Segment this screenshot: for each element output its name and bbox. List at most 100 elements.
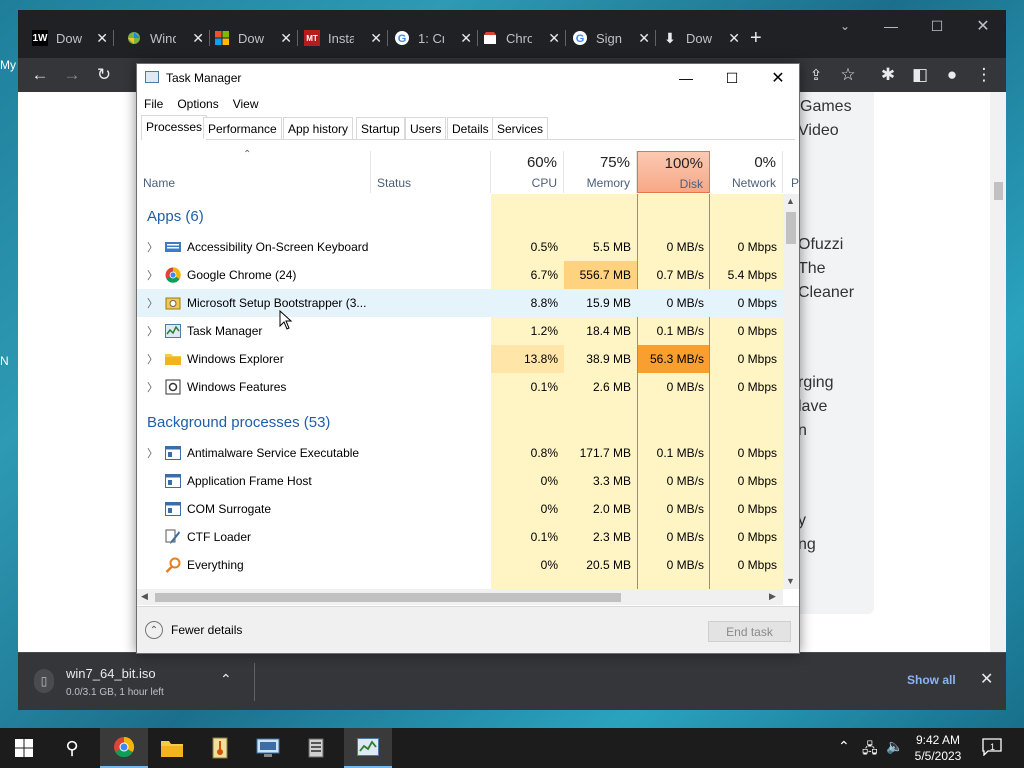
server-manager-icon[interactable]: [292, 728, 340, 768]
scroll-left-icon[interactable]: ◀: [141, 591, 148, 602]
process-row[interactable]: 〉 Google Chrome (24) 6.7% 556.7 MB 0.7 M…: [137, 261, 785, 289]
notification-center-icon[interactable]: 1: [982, 738, 1004, 758]
scroll-down-icon[interactable]: ▼: [786, 576, 795, 586]
process-row[interactable]: 〉 Windows Features 0.1% 2.6 MB 0 MB/s 0 …: [137, 373, 785, 401]
tab-details[interactable]: Details: [447, 117, 494, 139]
maximize-icon[interactable]: ☐: [709, 64, 755, 92]
scroll-right-icon[interactable]: ▶: [769, 591, 776, 602]
minimize-icon[interactable]: —: [868, 10, 914, 42]
chevron-right-icon[interactable]: 〉: [147, 323, 158, 339]
tab-close-icon[interactable]: ✕: [638, 30, 650, 47]
menu-kebab-icon[interactable]: ⋮: [970, 62, 998, 88]
tab-close-icon[interactable]: ✕: [548, 30, 560, 47]
clock[interactable]: 9:42 AM 5/5/2023: [908, 732, 968, 764]
share-icon[interactable]: ⇪: [802, 62, 830, 88]
remote-desktop-icon[interactable]: [244, 728, 292, 768]
chevron-right-icon[interactable]: 〉: [147, 239, 158, 255]
tab-performance[interactable]: Performance: [203, 117, 282, 139]
file-explorer-icon[interactable]: [148, 728, 196, 768]
show-all-button[interactable]: Show all: [907, 673, 956, 687]
browser-tab[interactable]: G 1: Cr ✕: [394, 24, 478, 52]
browser-tab[interactable]: Wind ✕: [126, 24, 210, 52]
horizontal-scrollbar[interactable]: ◀ ▶: [137, 589, 783, 605]
chevron-right-icon[interactable]: 〉: [147, 445, 158, 461]
back-icon[interactable]: ←: [26, 62, 54, 88]
chevron-up-icon[interactable]: ⌃: [220, 671, 232, 688]
tab-users[interactable]: Users: [405, 117, 447, 139]
bookmark-star-icon[interactable]: ☆: [834, 62, 862, 88]
scroll-up-icon[interactable]: ▲: [786, 196, 795, 206]
menu-view[interactable]: View: [226, 94, 266, 114]
group-header-background[interactable]: Background processes (53): [147, 414, 330, 431]
browser-tab[interactable]: 1W Dow ✕: [32, 24, 114, 52]
forward-icon[interactable]: →: [58, 62, 86, 88]
process-row[interactable]: CTF Loader 0.1% 2.3 MB 0 MB/s 0 Mbps: [137, 523, 785, 551]
extensions-icon[interactable]: ✱: [874, 62, 902, 88]
close-icon[interactable]: ✕: [755, 64, 801, 92]
tab-startup[interactable]: Startup: [356, 117, 405, 139]
fewer-details-button[interactable]: ⌃ Fewer details: [145, 621, 242, 639]
maximize-icon[interactable]: ☐: [914, 10, 960, 42]
tab-close-icon[interactable]: ✕: [728, 30, 740, 47]
menu-options[interactable]: Options: [170, 94, 225, 114]
profile-icon[interactable]: ●: [938, 62, 966, 88]
tab-close-icon[interactable]: ✕: [370, 30, 382, 47]
tab-close-icon[interactable]: ✕: [192, 30, 204, 47]
start-button[interactable]: [0, 728, 48, 768]
tab-processes[interactable]: Processes: [141, 115, 208, 140]
status-column-header[interactable]: Status: [371, 151, 491, 193]
chevron-right-icon[interactable]: 〉: [147, 295, 158, 311]
menu-file[interactable]: File: [137, 94, 170, 114]
chevron-up-tray-icon[interactable]: ⌃: [838, 738, 850, 755]
search-icon[interactable]: ⚲: [48, 728, 96, 768]
cpu-column-header[interactable]: 60% CPU: [491, 151, 564, 193]
task-manager-titlebar[interactable]: Task Manager — ☐ ✕: [137, 64, 799, 92]
memory-column-header[interactable]: 75% Memory: [564, 151, 637, 193]
page-scrollbar[interactable]: [990, 92, 1006, 652]
minimize-icon[interactable]: —: [663, 64, 709, 92]
tab-app-history[interactable]: App history: [283, 117, 354, 139]
process-row[interactable]: Everything 0% 20.5 MB 0 MB/s 0 Mbps: [137, 551, 785, 579]
scroll-thumb[interactable]: [786, 212, 796, 244]
process-row[interactable]: Application Frame Host 0% 3.3 MB 0 MB/s …: [137, 467, 785, 495]
end-task-button[interactable]: End task: [708, 621, 791, 642]
browser-tab[interactable]: Dow ✕: [214, 24, 298, 52]
browser-tab[interactable]: MT Insta ✕: [304, 24, 388, 52]
side-panel-icon[interactable]: ◧: [906, 62, 934, 88]
close-window-icon[interactable]: ✕: [960, 10, 1006, 42]
page-scroll-thumb[interactable]: [994, 182, 1003, 200]
browser-tab[interactable]: Chro ✕: [482, 24, 566, 52]
network-column-header[interactable]: 0% Network: [710, 151, 783, 193]
power-column-header[interactable]: P: [783, 151, 799, 193]
chevron-right-icon[interactable]: 〉: [147, 379, 158, 395]
volume-icon[interactable]: 🔈: [886, 738, 903, 755]
process-row[interactable]: 〉 Windows Explorer 13.8% 38.9 MB 56.3 MB…: [137, 345, 785, 373]
download-filename[interactable]: win7_64_bit.iso: [66, 666, 156, 681]
tab-services[interactable]: Services: [492, 117, 549, 139]
tab-close-icon[interactable]: ✕: [96, 30, 108, 47]
horizontal-scroll-thumb[interactable]: [155, 593, 621, 602]
new-tab-button[interactable]: +: [750, 24, 774, 52]
close-downloads-icon[interactable]: ✕: [980, 669, 993, 689]
chevron-right-icon[interactable]: 〉: [147, 267, 158, 283]
taskbar-chrome-icon[interactable]: [100, 728, 148, 768]
tab-search-icon[interactable]: ⌄: [822, 10, 868, 42]
media-icon[interactable]: [196, 728, 244, 768]
reload-icon[interactable]: ↻: [90, 62, 118, 88]
group-header-apps[interactable]: Apps (6): [147, 208, 204, 225]
process-row[interactable]: 〉 Task Manager 1.2% 18.4 MB 0.1 MB/s 0 M…: [137, 317, 785, 345]
disk-column-header[interactable]: 100% Disk: [637, 151, 710, 193]
taskbar-task-manager-icon[interactable]: [344, 728, 392, 768]
chevron-right-icon[interactable]: 〉: [147, 351, 158, 367]
tab-close-icon[interactable]: ✕: [460, 30, 472, 47]
name-column-header[interactable]: ⌃ Name: [137, 149, 371, 193]
process-row[interactable]: 〉 Accessibility On-Screen Keyboard 0.5% …: [137, 233, 785, 261]
tab-close-icon[interactable]: ✕: [280, 30, 292, 47]
process-row[interactable]: 〉 Antimalware Service Executable 0.8% 17…: [137, 439, 785, 467]
process-list-scrollbar[interactable]: ▲ ▼: [783, 194, 799, 589]
network-icon[interactable]: 🖧: [862, 738, 878, 762]
browser-tab[interactable]: ⬇ Dow ✕: [662, 24, 744, 52]
process-row[interactable]: COM Surrogate 0% 2.0 MB 0 MB/s 0 Mbps: [137, 495, 785, 523]
browser-tab[interactable]: G Sign ✕: [572, 24, 656, 52]
process-row-hovered[interactable]: 〉 Microsoft Setup Bootstrapper (3... 8.8…: [137, 289, 785, 317]
